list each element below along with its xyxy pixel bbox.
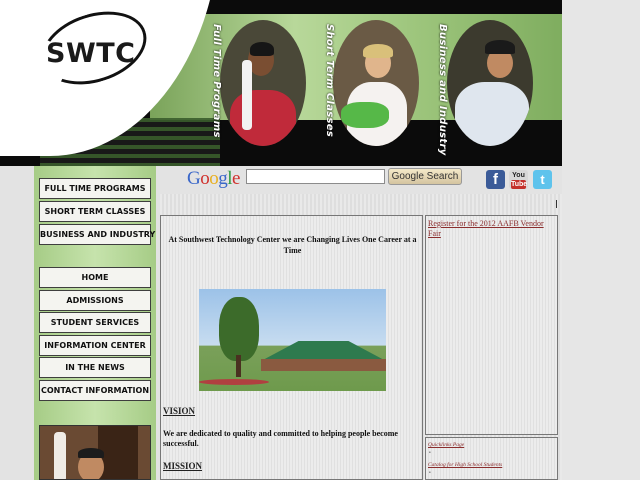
mission-heading: MISSION [163,461,203,471]
scroll-marker [556,200,557,208]
banner-photo-full-time[interactable] [220,20,306,146]
site-logo[interactable]: SWTC [46,38,135,69]
list-bullet: • [429,471,431,476]
nav-in-the-news[interactable]: IN THE NEWS [39,357,151,378]
facebook-icon[interactable]: f [486,170,505,189]
banner-label-short-term: Short Term Classes [324,24,335,138]
banner-label-business: Business and Industry [437,24,448,156]
nav-home[interactable]: HOME [39,267,151,288]
page-background-right [562,0,640,480]
banner-photo-business[interactable] [447,20,533,146]
google-search-button[interactable]: Google Search [388,168,462,185]
header-banner: SWTC Full Time Programs Short Term Class… [0,0,562,166]
nav-short-term-classes[interactable]: SHORT TERM CLASSES [39,201,151,222]
nav-contact-information[interactable]: CONTACT INFORMATION [39,380,151,401]
nav-student-services[interactable]: STUDENT SERVICES [39,312,151,333]
sidebar-student-photo [39,425,151,480]
google-logo: Google [187,168,240,189]
catalog-link[interactable]: Catalog for High School Students [428,462,502,468]
twitter-icon[interactable]: t [533,170,552,189]
vendor-fair-link[interactable]: Register for the 2012 AAFB Vendor Fair [428,219,556,239]
nav-full-time-programs[interactable]: FULL TIME PROGRAMS [39,178,151,199]
announcements-panel: Register for the 2012 AAFB Vendor Fair [425,215,558,435]
vision-text: We are dedicated to quality and committe… [163,429,398,448]
nav-admissions[interactable]: ADMISSIONS [39,290,151,311]
quicklinks-link[interactable]: Quicklinks Page [428,442,464,448]
left-sidebar: FULL TIME PROGRAMS SHORT TERM CLASSES BU… [34,166,156,480]
search-input[interactable] [246,169,385,184]
page-headline: At Southwest Technology Center we are Ch… [168,235,417,255]
quicklinks-panel: Quicklinks Page • Catalog for High Schoo… [425,437,558,480]
search-bar: Google Google Search f You Tube t [160,166,562,194]
nav-information-center[interactable]: INFORMATION CENTER [39,335,151,356]
nav-business-and-industry[interactable]: BUSINESS AND INDUSTRY [39,224,155,245]
banner-label-full-time: Full Time Programs [211,24,222,138]
main-content-panel: At Southwest Technology Center we are Ch… [160,215,423,480]
campus-photo [199,289,386,391]
vision-heading: VISION [163,406,196,416]
banner-photo-short-term[interactable] [333,20,419,146]
youtube-icon[interactable]: You Tube [509,170,528,189]
list-bullet: • [429,451,431,456]
